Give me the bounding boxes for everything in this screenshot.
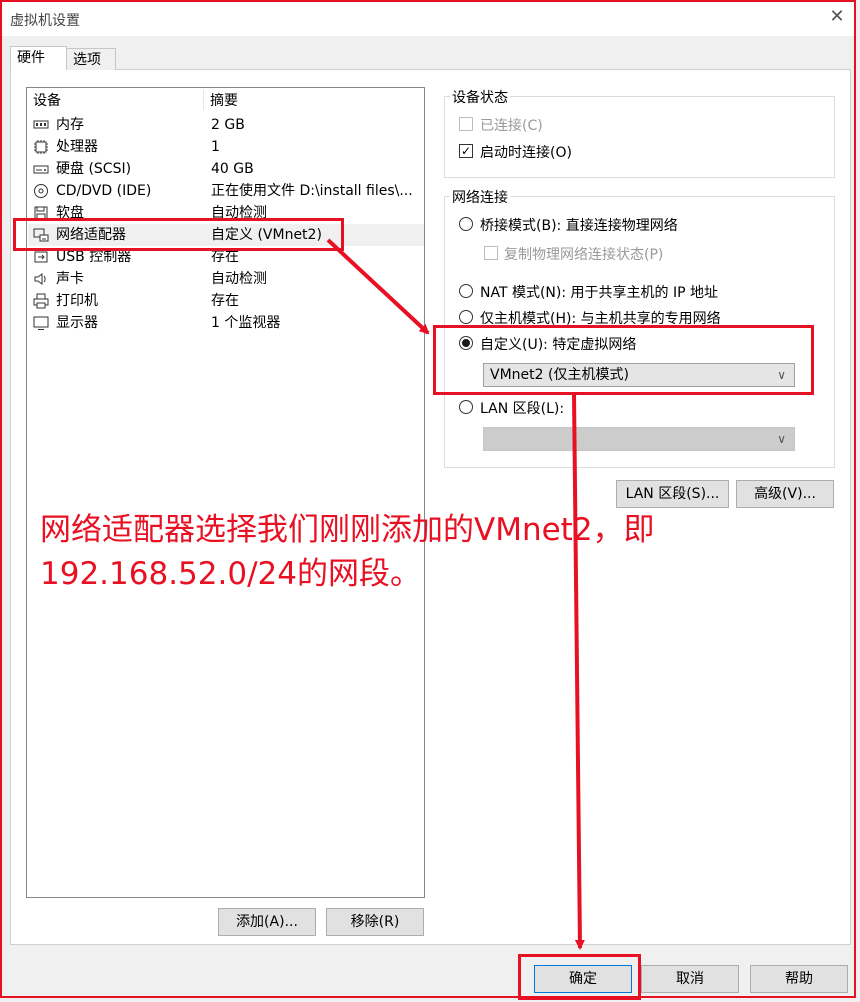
arrow-to-custom-network (326, 238, 430, 335)
annotation-text-line1: 网络适配器选择我们刚刚添加的VMnet2，即 (40, 512, 655, 548)
annotation-text-line2: 192.168.52.0/24的网段。 (40, 556, 421, 592)
annotation-arrows (326, 238, 585, 950)
arrow-to-ok-button (572, 393, 585, 950)
